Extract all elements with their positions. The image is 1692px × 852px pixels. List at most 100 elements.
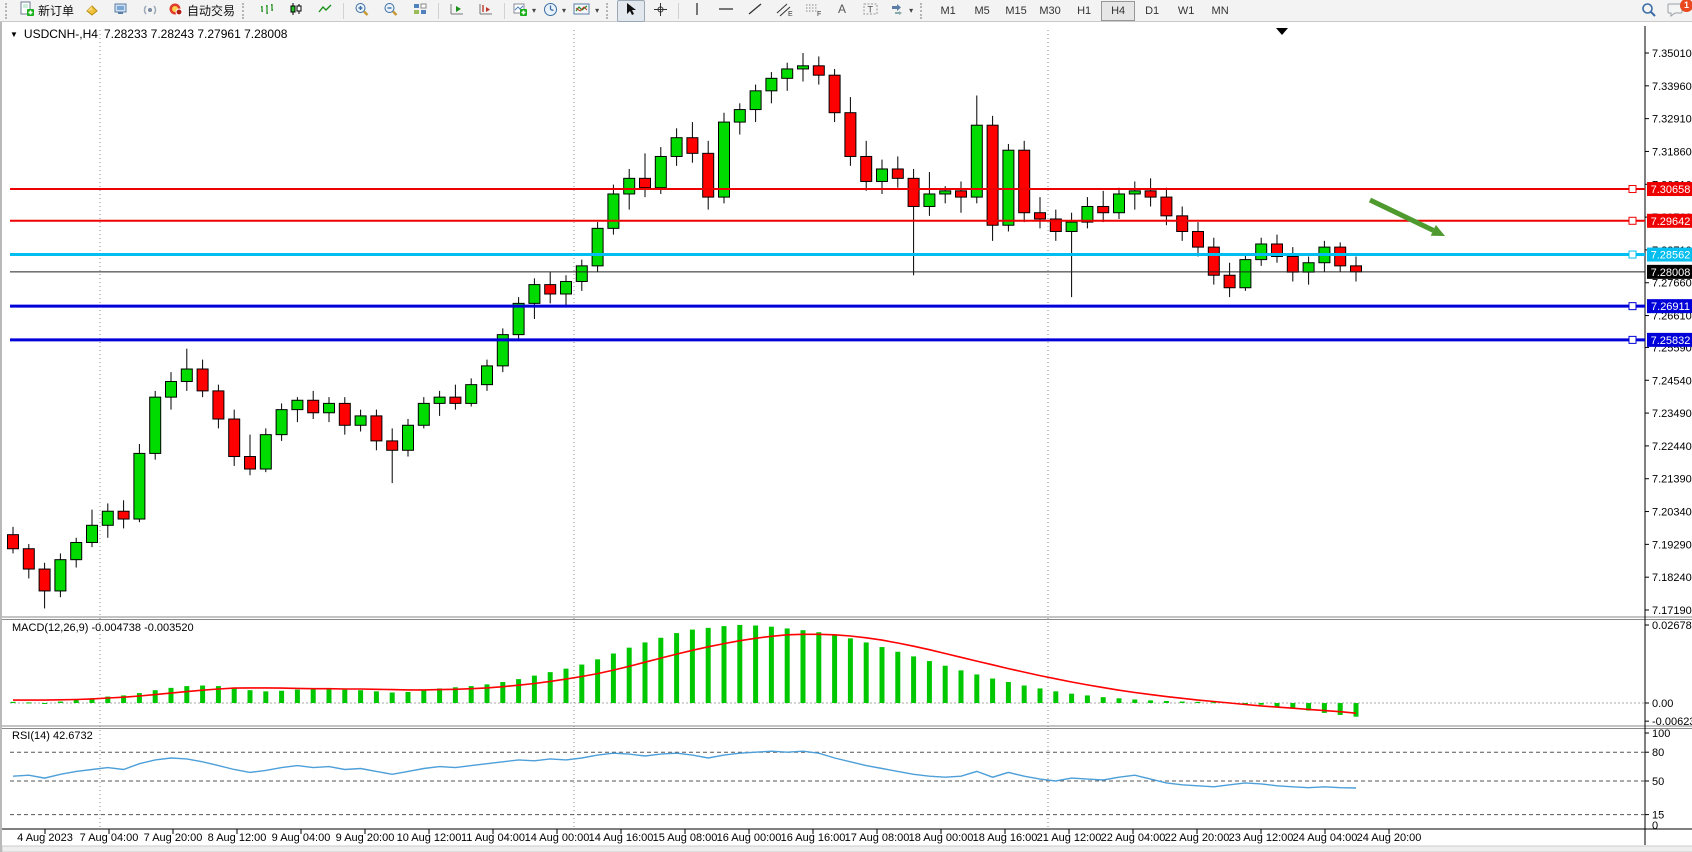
line-handle[interactable]: [1629, 217, 1636, 224]
price-tick-label: 7.22440: [1652, 441, 1692, 453]
price-tick-label: 7.23490: [1652, 408, 1692, 420]
time-axis-label: 7 Aug 04:00: [80, 832, 139, 844]
horizontal-line-tool-button[interactable]: [712, 0, 740, 22]
timeframe-button-w1[interactable]: W1: [1169, 1, 1203, 21]
auto-trading-button[interactable]: 自动交易: [165, 0, 238, 22]
time-axis-label: 11 Aug 04:00: [461, 832, 525, 844]
auto-scroll-icon: [449, 2, 465, 19]
toolbar-separator: [678, 3, 679, 19]
arrows-tool-button[interactable]: ▾: [886, 0, 916, 22]
price-tick-label: 7.24540: [1652, 375, 1692, 387]
price-tick-label: 7.33960: [1652, 81, 1692, 93]
zoom-in-button[interactable]: [348, 0, 376, 22]
dropdown-caret-icon: ▾: [909, 6, 913, 15]
time-axis-label: 22 Aug 20:00: [1165, 832, 1230, 844]
crosshair-tool-button[interactable]: [646, 0, 674, 22]
rsi-axis-label: 100: [1652, 728, 1670, 740]
text-label-tool-button[interactable]: T: [857, 0, 885, 22]
chart-shift-button[interactable]: [472, 0, 500, 22]
time-axis-label: 7 Aug 20:00: [144, 832, 203, 844]
vertical-line-icon: [692, 2, 702, 19]
signals-button[interactable]: [136, 0, 164, 22]
search-icon[interactable]: [1641, 2, 1657, 21]
line-handle[interactable]: [1629, 336, 1636, 343]
zoom-in-icon: [354, 2, 370, 20]
messages-button[interactable]: 1: [1667, 2, 1684, 20]
time-axis-label: 8 Aug 12:00: [208, 832, 267, 844]
new-order-icon: [19, 1, 35, 20]
fibonacci-tool-button[interactable]: F: [799, 0, 827, 22]
time-axis-label: 4 Aug 2023: [17, 832, 73, 844]
timeframe-button-m30[interactable]: M30: [1033, 1, 1067, 21]
timeframe-button-m1[interactable]: M1: [931, 1, 965, 21]
terminal-button[interactable]: [107, 0, 135, 22]
template-button[interactable]: ▾: [570, 0, 602, 22]
svg-text:T: T: [868, 5, 874, 15]
period-button[interactable]: ▾: [540, 0, 569, 22]
timeframe-button-mn[interactable]: MN: [1203, 1, 1237, 21]
vertical-line-tool-button[interactable]: [683, 0, 711, 22]
add-indicator-button[interactable]: ▾: [509, 0, 539, 22]
timeframe-button-m5[interactable]: M5: [965, 1, 999, 21]
signal-icon: [142, 2, 158, 19]
auto-trading-label: 自动交易: [187, 2, 235, 19]
rsi-axis-label: 0: [1652, 820, 1658, 832]
rsi-indicator-label: RSI(14) 42.6732: [12, 730, 93, 742]
time-axis-label: 17 Aug 08:00: [845, 832, 910, 844]
price-chart-svg[interactable]: 7.350107.339607.329107.318607.308107.297…: [2, 22, 1692, 852]
timeframe-button-h4[interactable]: H4: [1101, 1, 1135, 21]
rsi-axis-label: 80: [1652, 747, 1664, 759]
line-handle[interactable]: [1629, 303, 1636, 310]
symbol-dropdown-icon[interactable]: ▼: [10, 30, 18, 39]
toolbar-grip: [606, 3, 613, 19]
dropdown-caret-icon: ▾: [562, 6, 566, 15]
trendline-icon: [747, 2, 763, 19]
fibonacci-icon: F: [804, 2, 822, 20]
clock-icon: [543, 2, 558, 20]
trendline-tool-button[interactable]: [741, 0, 769, 22]
price-tick-label: 7.18240: [1652, 572, 1692, 584]
new-order-label: 新订单: [38, 2, 74, 19]
toolbar-separator: [343, 3, 344, 19]
cursor-tool-button[interactable]: [617, 0, 645, 22]
level-price-label: 7.29642: [1651, 216, 1691, 228]
new-order-button[interactable]: 新订单: [16, 0, 77, 22]
toolbar-separator: [504, 3, 505, 19]
line-chart-button[interactable]: [311, 0, 339, 22]
rsi-axis-label: 50: [1652, 776, 1664, 788]
chart-area[interactable]: 7.350107.339607.329107.318607.308107.297…: [0, 22, 1692, 852]
toolbar-right: 1: [1641, 0, 1684, 22]
time-axis-label: 10 Aug 12:00: [397, 832, 462, 844]
time-axis-label: 16 Aug 00:00: [717, 832, 782, 844]
price-tick-label: 7.27660: [1652, 278, 1692, 290]
level-price-label: 7.28562: [1651, 250, 1691, 262]
line-handle[interactable]: [1629, 186, 1636, 193]
terminal-icon: [113, 2, 129, 19]
candlestick-chart-button[interactable]: [282, 0, 310, 22]
time-axis-label: 15 Aug 08:00: [653, 832, 718, 844]
chart-shift-icon: [478, 2, 494, 19]
price-tick-label: 7.35010: [1652, 48, 1692, 60]
time-axis-label: 22 Aug 04:00: [1101, 832, 1166, 844]
time-axis-label: 18 Aug 16:00: [973, 832, 1038, 844]
bar-chart-button[interactable]: [253, 0, 281, 22]
market-watch-button[interactable]: [78, 0, 106, 22]
timeframe-group: M1M5M15M30H1H4D1W1MN: [931, 1, 1237, 21]
dropdown-caret-icon: ▾: [532, 6, 536, 15]
time-axis-label: 14 Aug 00:00: [525, 832, 590, 844]
text-label-icon: T: [863, 2, 879, 19]
timeframe-button-h1[interactable]: H1: [1067, 1, 1101, 21]
macd-indicator-label: MACD(12,26,9) -0.004738 -0.003520: [12, 622, 194, 634]
toolbar-grip: [920, 3, 927, 19]
timeframe-button-d1[interactable]: D1: [1135, 1, 1169, 21]
timeframe-button-m15[interactable]: M15: [999, 1, 1033, 21]
tile-windows-button[interactable]: [406, 0, 434, 22]
text-tool-button[interactable]: A: [828, 0, 856, 22]
level-price-label: 7.26911: [1651, 301, 1690, 313]
auto-scroll-button[interactable]: [443, 0, 471, 22]
tile-windows-icon: [412, 2, 428, 19]
zoom-out-button[interactable]: [377, 0, 405, 22]
equidistant-channel-tool-button[interactable]: E: [770, 0, 798, 22]
macd-axis-label: 0.026782: [1652, 620, 1692, 632]
line-handle[interactable]: [1629, 251, 1636, 258]
